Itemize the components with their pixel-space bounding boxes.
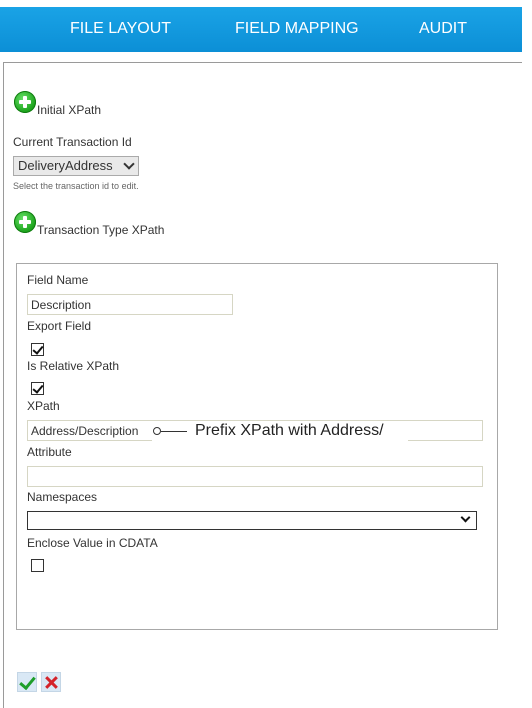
callout-line <box>161 431 187 432</box>
chevron-down-icon <box>460 512 471 523</box>
top-nav-bar: FILE LAYOUT FIELD MAPPING AUDIT <box>0 7 522 52</box>
tab-field-mapping[interactable]: FIELD MAPPING <box>235 20 359 38</box>
attribute-input[interactable] <box>27 466 483 487</box>
is-relative-xpath-label: Is Relative XPath <box>27 359 120 373</box>
xpath-label: XPath <box>27 399 60 413</box>
tab-file-layout[interactable]: FILE LAYOUT <box>70 20 171 38</box>
is-relative-xpath-checkbox[interactable] <box>31 382 44 395</box>
export-field-checkbox[interactable] <box>31 343 44 356</box>
callout-text: Prefix XPath with Address/ <box>195 422 384 439</box>
cdata-label: Enclose Value in CDATA <box>27 536 158 550</box>
chevron-down-icon <box>123 158 135 170</box>
transaction-id-hint: Select the transaction id to edit. <box>13 181 139 191</box>
cancel-x-icon[interactable] <box>41 672 61 692</box>
namespaces-label: Namespaces <box>27 490 98 504</box>
field-name-label: Field Name <box>27 273 89 287</box>
tab-audit[interactable]: AUDIT <box>419 20 467 38</box>
field-name-input[interactable]: Description <box>27 294 233 315</box>
transaction-type-xpath-label: Transaction Type XPath <box>37 223 165 237</box>
callout-dot-icon <box>153 427 161 435</box>
add-transaction-type-xpath-icon[interactable] <box>14 211 36 233</box>
xpath-annotation-callout: Prefix XPath with Address/ <box>152 421 408 443</box>
attribute-label: Attribute <box>27 445 72 459</box>
add-initial-xpath-icon[interactable] <box>14 91 36 113</box>
transaction-id-label: Current Transaction Id <box>13 135 132 149</box>
export-field-label: Export Field <box>27 319 92 333</box>
transaction-id-select[interactable]: DeliveryAddress <box>13 156 139 176</box>
initial-xpath-label: Initial XPath <box>37 103 102 117</box>
transaction-id-selected-value: DeliveryAddress <box>18 158 113 173</box>
namespaces-select[interactable] <box>27 511 477 530</box>
cdata-checkbox[interactable] <box>31 559 44 572</box>
save-checkmark-icon[interactable] <box>17 672 37 692</box>
